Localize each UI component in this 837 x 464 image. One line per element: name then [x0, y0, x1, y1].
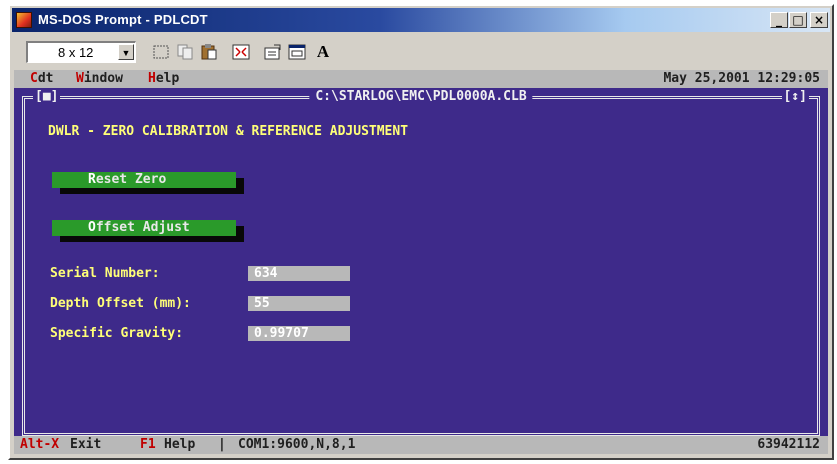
- font-size-select[interactable]: 8 x 12 ▼: [26, 41, 136, 63]
- maximize-button[interactable]: □: [789, 12, 807, 28]
- serial-number-field[interactable]: 634: [248, 266, 350, 281]
- help-key[interactable]: F1: [140, 437, 156, 452]
- copy-icon: [177, 44, 193, 60]
- exit-key[interactable]: Alt-X: [20, 437, 59, 452]
- mark-icon: [153, 45, 169, 59]
- title-bar[interactable]: MS-DOS Prompt - PDLCDT _ □ ×: [12, 8, 830, 32]
- font-button[interactable]: A: [312, 42, 334, 62]
- date-time-display: May 25,2001 12:29:05: [663, 71, 820, 86]
- help-label[interactable]: Help: [164, 437, 195, 452]
- menu-help[interactable]: Help: [148, 71, 179, 86]
- screen-heading: DWLR - ZERO CALIBRATION & REFERENCE ADJU…: [48, 124, 409, 139]
- offset-adjust-button[interactable]: Offset Adjust: [52, 220, 236, 236]
- file-path-title: C:\STARLOG\EMC\PDL0000A.CLB: [309, 89, 533, 104]
- frame-resize-box[interactable]: [↕]: [781, 89, 809, 104]
- serial-number-label: Serial Number:: [50, 266, 160, 281]
- chevron-down-icon[interactable]: ▼: [118, 44, 134, 60]
- background-button[interactable]: [286, 42, 308, 62]
- specific-gravity-label: Specific Gravity:: [50, 326, 184, 341]
- copy-button[interactable]: [174, 42, 196, 62]
- specific-gravity-field[interactable]: 0.99707: [248, 326, 350, 341]
- depth-offset-label: Depth Offset (mm):: [50, 296, 191, 311]
- properties-button[interactable]: [262, 42, 284, 62]
- background-icon: [288, 44, 306, 60]
- window-title: MS-DOS Prompt - PDLCDT: [38, 12, 208, 27]
- menu-bar: Cdt Window Help May 25,2001 12:29:05: [14, 70, 828, 88]
- paste-button[interactable]: [198, 42, 220, 62]
- font-size-value: 8 x 12: [58, 45, 94, 60]
- ms-dos-app-icon[interactable]: [16, 12, 32, 28]
- depth-offset-field[interactable]: 55: [248, 296, 350, 311]
- menu-window[interactable]: Window: [76, 71, 123, 86]
- paste-icon: [201, 44, 217, 60]
- reset-zero-button[interactable]: Reset Zero: [52, 172, 236, 188]
- minimize-button[interactable]: _: [770, 12, 788, 28]
- status-separator: |: [218, 437, 226, 452]
- frame-close-box[interactable]: [■]: [33, 89, 61, 104]
- mark-button[interactable]: [150, 42, 172, 62]
- ms-dos-window: MS-DOS Prompt - PDLCDT _ □ × 8 x 12 ▼ A: [8, 4, 834, 460]
- exit-label[interactable]: Exit: [70, 437, 101, 452]
- properties-icon: [264, 44, 281, 60]
- fullscreen-button[interactable]: [230, 42, 252, 62]
- status-bar: Alt-X Exit F1 Help | COM1:9600,N,8,1 639…: [14, 436, 828, 454]
- menu-cdt[interactable]: Cdt: [30, 71, 53, 86]
- toolbar: 8 x 12 ▼ A: [12, 34, 830, 68]
- dos-console: Cdt Window Help May 25,2001 12:29:05 [■]…: [14, 70, 828, 454]
- com-port-settings: COM1:9600,N,8,1: [238, 437, 356, 452]
- fullscreen-icon: [232, 44, 250, 60]
- close-button[interactable]: ×: [810, 12, 828, 28]
- status-number: 63942112: [757, 437, 820, 452]
